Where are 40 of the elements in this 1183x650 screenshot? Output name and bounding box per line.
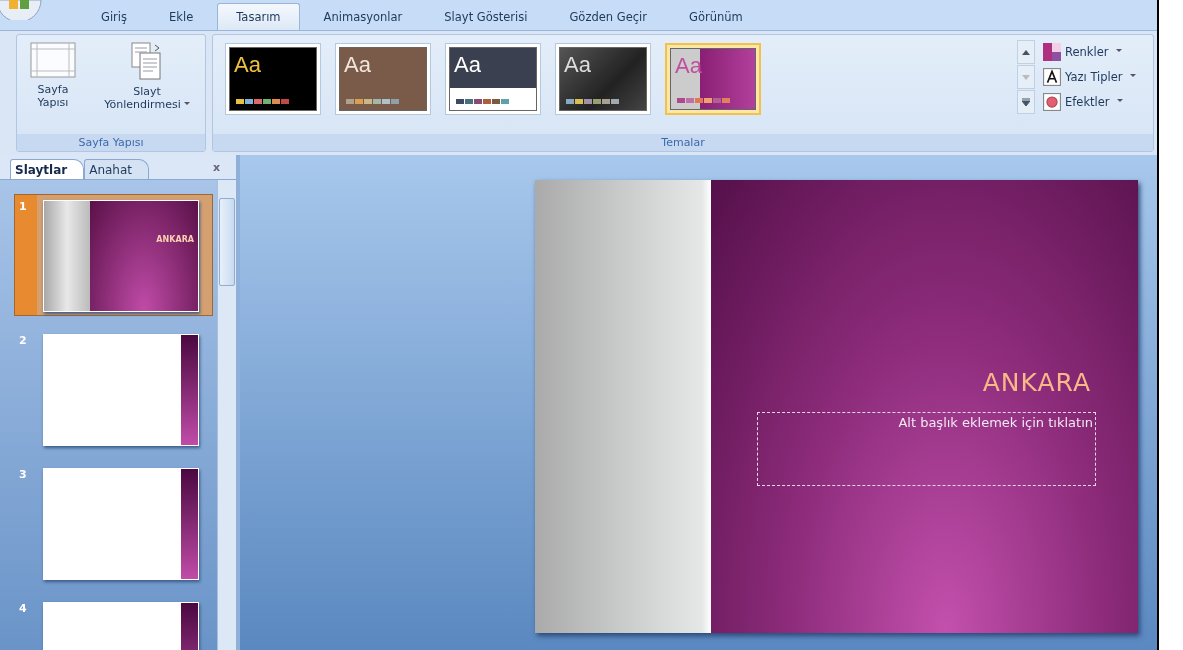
- slide-number: 4: [19, 602, 28, 617]
- slide-number: 3: [19, 468, 28, 483]
- scroll-up-button[interactable]: [1017, 40, 1035, 64]
- theme-thumbnail[interactable]: Aa: [225, 43, 321, 115]
- ribbon-button[interactable]: Sayfa Yapısı: [27, 41, 79, 109]
- page-icon: [29, 41, 77, 79]
- theme-thumbnail[interactable]: Aa: [555, 43, 651, 115]
- ribbon-tab[interactable]: Slayt Gösterisi: [426, 3, 546, 30]
- ribbon-tab[interactable]: Gözden Geçir: [551, 3, 665, 30]
- slide-number: 2: [19, 334, 28, 349]
- expand-icon: [1022, 98, 1030, 106]
- slide-number: 1: [19, 200, 28, 215]
- office-button-icon[interactable]: [0, 0, 43, 20]
- effects-icon: [1043, 92, 1061, 111]
- ribbon-tab[interactable]: Animasyonlar: [305, 3, 421, 30]
- group-label: Temalar: [213, 134, 1153, 151]
- ribbon-menu-button[interactable]: Yazı Tipler: [1043, 66, 1153, 87]
- font-icon: [1043, 67, 1061, 86]
- colors-icon: [1043, 42, 1061, 61]
- ribbon-tab[interactable]: Giriş: [83, 3, 146, 30]
- more-button[interactable]: [1017, 90, 1035, 114]
- pane-tab[interactable]: Anahat: [84, 159, 149, 179]
- ribbon-tab[interactable]: Görünüm: [671, 3, 761, 30]
- slide-title[interactable]: ANKARA: [982, 368, 1091, 397]
- ribbon-tab[interactable]: Tasarım: [217, 3, 300, 30]
- close-button[interactable]: x: [206, 159, 226, 175]
- scrollbar[interactable]: [217, 180, 236, 650]
- theme-thumbnail[interactable]: Aa: [445, 43, 541, 115]
- subtitle-placeholder[interactable]: Alt başlık eklemek için tıklatın: [757, 412, 1096, 486]
- down-arrow-icon: [1022, 74, 1030, 80]
- ribbon-menu-button[interactable]: Efektler: [1043, 91, 1153, 112]
- thumbnail-title: ANKARA: [156, 235, 194, 244]
- ribbon-menu-button[interactable]: Renkler: [1043, 41, 1153, 62]
- slide-thumbnail-row[interactable]: 1 ANKARA: [14, 194, 213, 316]
- ribbon-tab[interactable]: Ekle: [151, 3, 212, 30]
- up-arrow-icon: [1022, 49, 1030, 55]
- ribbon-button[interactable]: Slayt Yönlendirmesi: [99, 41, 195, 111]
- theme-thumbnail[interactable]: Aa: [335, 43, 431, 115]
- group-label: Sayfa Yapısı: [17, 134, 205, 151]
- pane-tab[interactable]: Slaytlar: [10, 159, 85, 179]
